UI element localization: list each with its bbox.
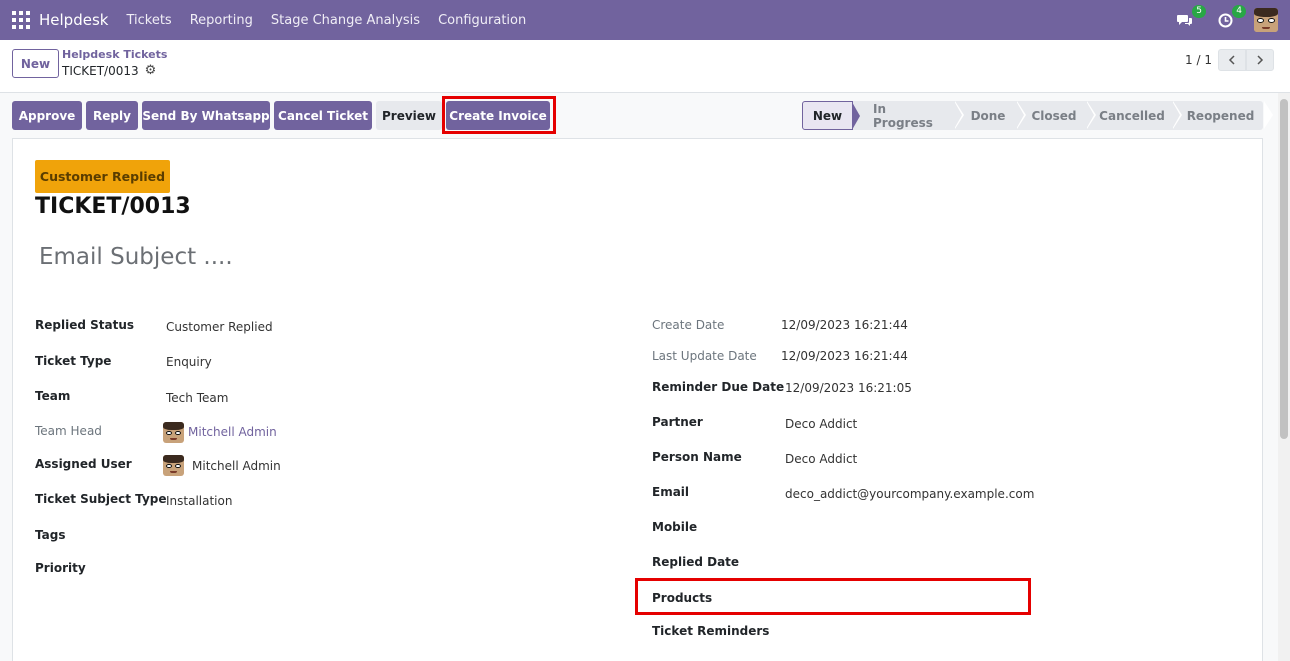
team-head-avatar: [163, 422, 184, 443]
person-name-label: Person Name: [652, 450, 742, 464]
assigned-user-value[interactable]: Mitchell Admin: [192, 459, 281, 473]
stage-cancelled-label: Cancelled: [1099, 108, 1165, 123]
assigned-user-label: Assigned User: [35, 457, 132, 471]
pager-next-button[interactable]: [1246, 49, 1274, 71]
team-head-label: Team Head: [35, 424, 102, 438]
status-ribbon: Customer Replied: [35, 160, 170, 193]
ticket-subject-type-value[interactable]: Installation: [166, 494, 232, 508]
stage-in-progress-label: In Progress: [873, 101, 933, 130]
menu-reporting[interactable]: Reporting: [190, 13, 253, 28]
replied-status-label: Replied Status: [35, 318, 134, 332]
stage-reopened[interactable]: Reopened: [1172, 101, 1273, 130]
partner-label: Partner: [652, 415, 703, 429]
team-head-value[interactable]: Mitchell Admin: [188, 425, 277, 439]
stage-closed[interactable]: Closed: [1016, 101, 1096, 130]
cancel-ticket-button[interactable]: Cancel Ticket: [274, 101, 372, 130]
stage-new-label: New: [812, 108, 843, 123]
stage-done-label: Done: [970, 108, 1006, 123]
breadcrumb-parent[interactable]: Helpdesk Tickets: [62, 48, 167, 61]
team-value[interactable]: Tech Team: [166, 391, 228, 405]
menu-configuration[interactable]: Configuration: [438, 13, 526, 28]
preview-button[interactable]: Preview: [376, 101, 442, 130]
email-value[interactable]: deco_addict@yourcompany.example.com: [785, 487, 1034, 501]
stage-reopened-label: Reopened: [1186, 108, 1255, 123]
stage-cancelled[interactable]: Cancelled: [1086, 101, 1182, 130]
gear-icon[interactable]: ⚙: [145, 63, 157, 78]
control-panel: New Helpdesk Tickets TICKET/0013 ⚙ 1 / 1: [0, 40, 1290, 93]
new-button[interactable]: New: [12, 49, 59, 78]
breadcrumb-current-label: TICKET/0013: [62, 63, 139, 78]
app-brand[interactable]: Helpdesk: [39, 11, 108, 29]
replied-status-value[interactable]: Customer Replied: [166, 320, 273, 334]
activities-badge: 4: [1232, 5, 1246, 18]
messages-badge: 5: [1192, 5, 1206, 18]
email-label: Email: [652, 485, 690, 499]
stage-closed-label: Closed: [1031, 108, 1077, 123]
approve-button[interactable]: Approve: [12, 101, 82, 130]
reply-button[interactable]: Reply: [86, 101, 138, 130]
last-update-date-label: Last Update Date: [652, 349, 757, 363]
last-update-date-value: 12/09/2023 16:21:44: [781, 349, 908, 363]
ticket-subject-type-label: Ticket Subject Type: [35, 492, 167, 506]
person-name-value[interactable]: Deco Addict: [785, 452, 857, 466]
menu-stage-change-analysis[interactable]: Stage Change Analysis: [271, 13, 420, 28]
ticket-type-label: Ticket Type: [35, 354, 112, 368]
send-by-whatsapp-button[interactable]: Send By Whatsapp: [142, 101, 270, 130]
priority-label: Priority: [35, 561, 86, 575]
ticket-type-value[interactable]: Enquiry: [166, 355, 212, 369]
user-avatar[interactable]: [1254, 8, 1278, 32]
stage-new[interactable]: New: [802, 101, 860, 130]
stage-bar: New In Progress Done Closed Cancelled Re…: [802, 101, 1273, 130]
reminder-due-date-value[interactable]: 12/09/2023 16:21:05: [785, 381, 912, 395]
chevron-left-icon: [1228, 55, 1235, 65]
email-subject-input[interactable]: Email Subject ....: [39, 244, 233, 270]
breadcrumb-current: TICKET/0013 ⚙: [62, 63, 156, 78]
chat-icon[interactable]: 5: [1174, 5, 1206, 31]
team-label: Team: [35, 389, 71, 403]
clock-icon[interactable]: 4: [1214, 5, 1246, 31]
replied-date-label: Replied Date: [652, 555, 740, 569]
assigned-user-avatar: [163, 455, 184, 476]
create-date-label: Create Date: [652, 318, 725, 332]
pager-value[interactable]: 1 / 1: [1185, 53, 1212, 67]
ticket-reminders-label: Ticket Reminders: [652, 624, 770, 638]
stage-in-progress[interactable]: In Progress: [853, 101, 964, 130]
top-navbar: Helpdesk Tickets Reporting Stage Change …: [0, 0, 1290, 40]
tags-label: Tags: [35, 528, 66, 542]
create-invoice-button[interactable]: Create Invoice: [446, 101, 550, 130]
pager-previous-button[interactable]: [1218, 49, 1246, 71]
ticket-title: TICKET/0013: [35, 194, 191, 219]
mobile-label: Mobile: [652, 520, 698, 534]
partner-value[interactable]: Deco Addict: [785, 417, 857, 431]
create-date-value: 12/09/2023 16:21:44: [781, 318, 908, 332]
products-label: Products: [652, 591, 713, 605]
reminder-due-date-label: Reminder Due Date: [652, 380, 785, 394]
menu-tickets[interactable]: Tickets: [126, 13, 171, 28]
apps-grid-icon[interactable]: [12, 11, 30, 29]
chevron-right-icon: [1257, 55, 1264, 65]
vertical-scrollbar[interactable]: [1278, 93, 1290, 661]
